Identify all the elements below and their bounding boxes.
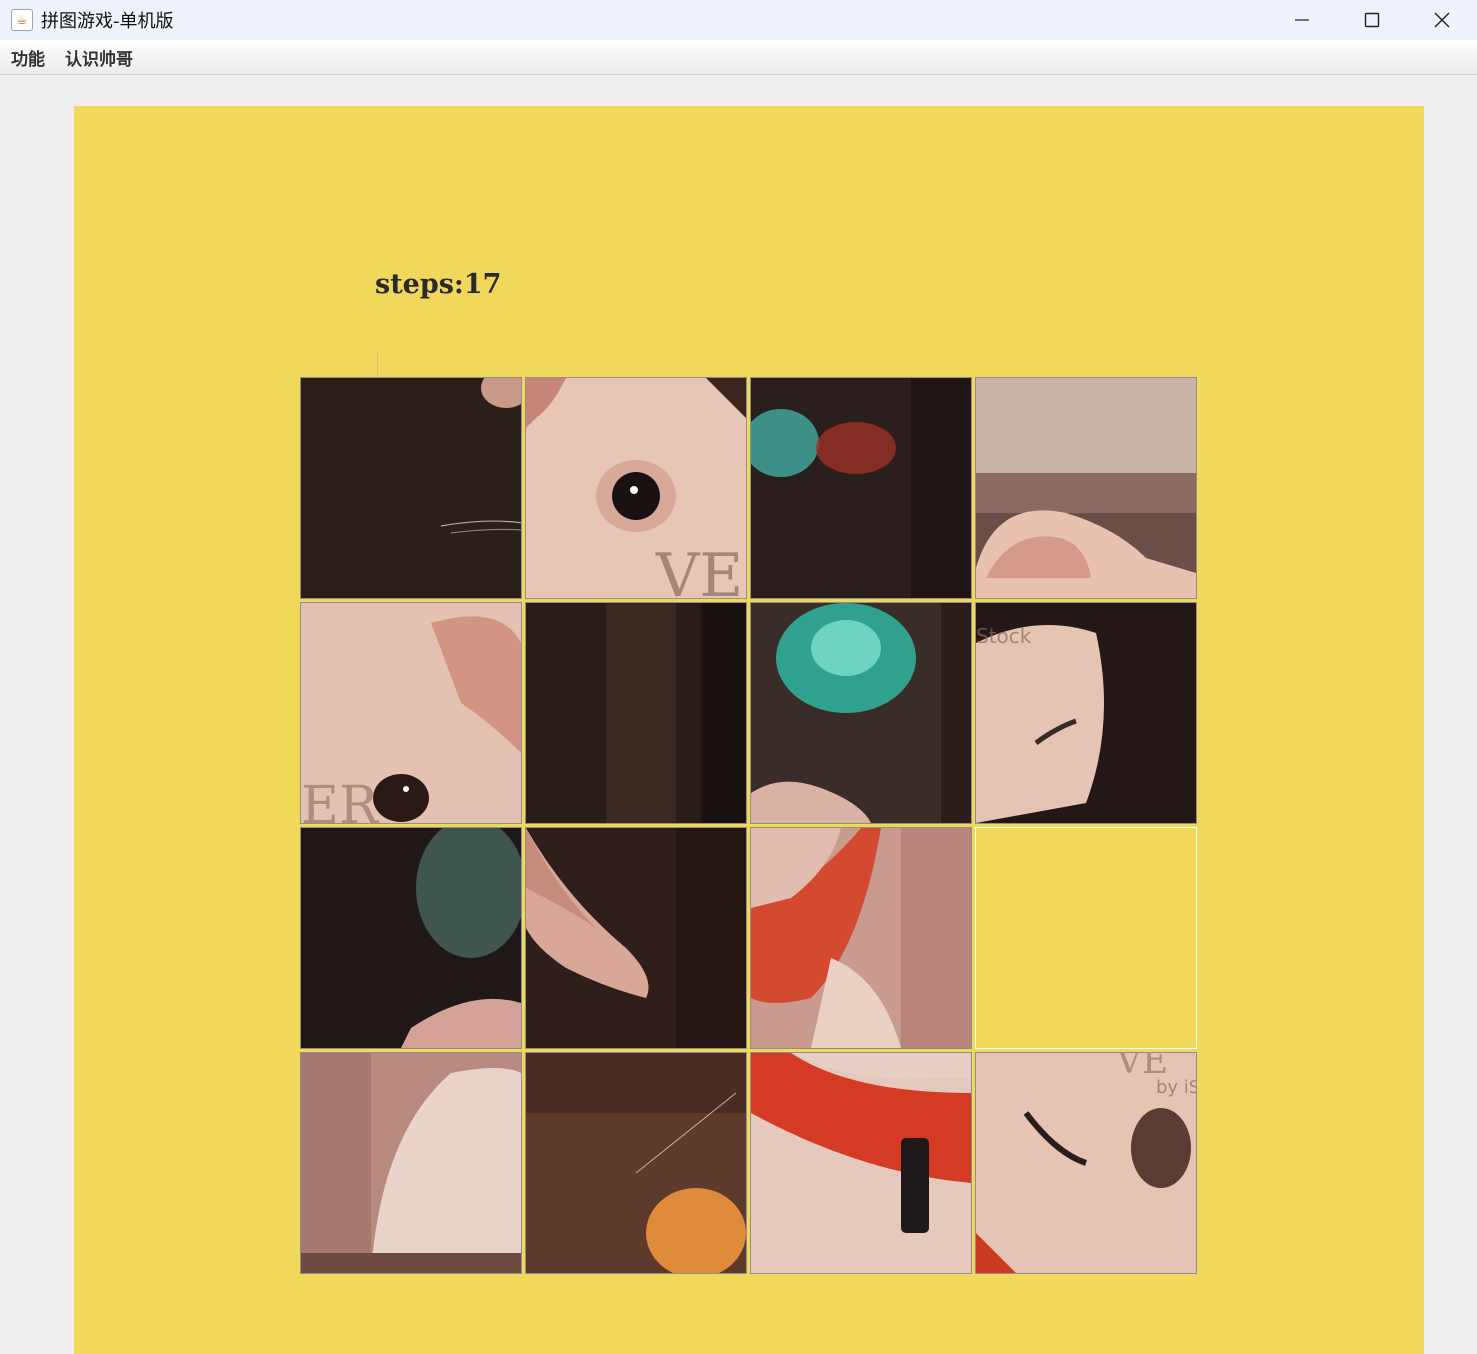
puzzle-tile[interactable] [525,602,747,824]
puzzle-tile[interactable] [525,827,747,1049]
svg-text:Stock: Stock [976,624,1032,648]
puzzle-tile[interactable]: VE by iS [975,1052,1197,1274]
tile-image [301,828,521,1048]
tile-image [526,1053,746,1273]
puzzle-tile[interactable] [750,377,972,599]
menu-about[interactable]: 认识帅哥 [55,45,143,70]
tile-image [751,603,971,823]
puzzle-tile[interactable] [525,1052,747,1274]
maximize-icon [1364,12,1380,28]
window-title: 拼图游戏-单机版 [41,11,174,32]
puzzle-grid: VE ER Stock VE by iS [300,377,1198,1275]
tile-image: VE by iS [976,1053,1196,1273]
java-icon: ☕ [11,9,33,31]
minimize-button[interactable] [1267,0,1337,40]
steps-counter: steps:17 [375,269,502,300]
close-icon [1434,12,1450,28]
puzzle-tile[interactable] [750,602,972,824]
tile-image [526,603,746,823]
tile-image [301,378,521,598]
tile-image [751,1053,971,1273]
window-controls [1267,0,1477,40]
menu-bar: 功能 认识帅哥 [0,40,1477,75]
puzzle-tile[interactable]: VE [525,377,747,599]
menu-functions[interactable]: 功能 [0,45,55,70]
tile-image: VE [526,378,746,598]
tile-image [301,1053,521,1273]
tile-image: Stock [976,603,1196,823]
puzzle-tile[interactable] [300,827,522,1049]
close-button[interactable] [1407,0,1477,40]
title-bar: ☕ 拼图游戏-单机版 [0,0,1477,40]
puzzle-tile[interactable] [975,377,1197,599]
puzzle-tile[interactable]: ER [300,602,522,824]
puzzle-tile[interactable] [300,377,522,599]
puzzle-tile[interactable] [750,1052,972,1274]
puzzle-tile[interactable]: Stock [975,602,1197,824]
puzzle-tile[interactable] [300,1052,522,1274]
puzzle-tile[interactable] [750,827,972,1049]
tile-image [976,378,1196,598]
tile-image: ER [301,603,521,823]
minimize-icon [1295,19,1309,21]
svg-text:ER: ER [301,776,380,823]
svg-text:VE: VE [655,541,743,598]
game-board: steps:17 VE ER Stock VE by iS [74,106,1424,1354]
tile-image [751,828,971,1048]
tile-image [751,378,971,598]
svg-text:by iS: by iS [1156,1077,1196,1098]
empty-slot [975,827,1197,1049]
text-caret [377,352,378,376]
maximize-button[interactable] [1337,0,1407,40]
tile-image [526,828,746,1048]
